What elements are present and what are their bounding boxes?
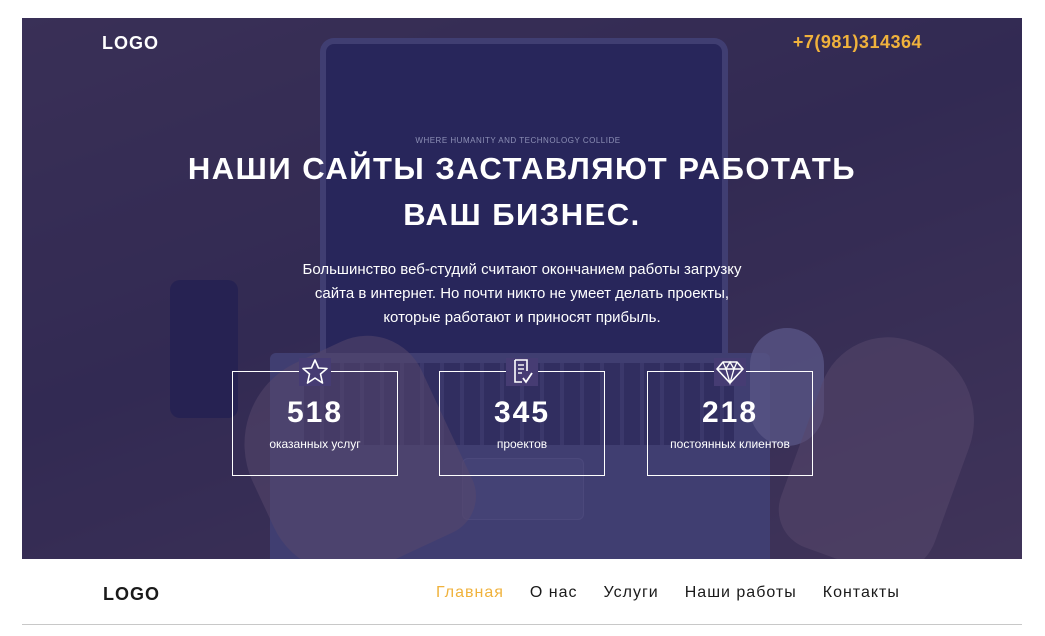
stat-box-projects: 345 проектов: [439, 358, 605, 476]
stat-value: 218: [701, 396, 759, 429]
document-check-icon: [506, 358, 538, 386]
stat-box-clients: 218 постоянных клиентов: [647, 358, 813, 476]
nav-item-services[interactable]: Услуги: [604, 584, 659, 602]
diamond-icon: [714, 358, 746, 386]
stat-box-services: 518 оказанных услуг: [232, 358, 398, 476]
bottom-divider: [22, 624, 1022, 625]
header-phone-link[interactable]: +7(981)314364: [793, 32, 922, 53]
stat-label: проектов: [496, 437, 548, 451]
nav-logo[interactable]: LOGO: [103, 584, 160, 605]
laptop-screen-text: WHERE HUMANITY AND TECHNOLOGY COLLIDE: [415, 136, 621, 145]
hero-section: WHERE HUMANITY AND TECHNOLOGY COLLIDE LO…: [22, 18, 1022, 559]
hero-subtext-line3: которые работают и приносят прибыль.: [383, 309, 661, 326]
nav-item-about[interactable]: О нас: [530, 584, 578, 602]
hero-subtext-line2: сайта в интернет. Но почти никто не умее…: [314, 285, 730, 302]
stat-value: 345: [493, 396, 551, 429]
main-navigation: Главная О нас Услуги Наши работы Контакт…: [436, 584, 900, 602]
hero-headline-line1: НАШИ САЙТЫ ЗАСТАВЛЯЮТ РАБОТАТЬ: [187, 151, 857, 186]
stat-value: 518: [286, 396, 344, 429]
nav-item-portfolio[interactable]: Наши работы: [685, 584, 797, 602]
hero-subtext-line1: Большинство веб-студий считают окончание…: [302, 261, 742, 278]
star-icon: [299, 358, 331, 386]
nav-item-contacts[interactable]: Контакты: [823, 584, 900, 602]
hero-headline: НАШИ САЙТЫ ЗАСТАВЛЯЮТ РАБОТАТЬ ВАШ БИЗНЕ…: [22, 146, 1022, 238]
hero-headline-line2: ВАШ БИЗНЕС.: [403, 197, 641, 232]
header-logo[interactable]: LOGO: [102, 33, 159, 54]
hero-subtext: Большинство веб-студий считают окончание…: [222, 258, 822, 330]
nav-item-home[interactable]: Главная: [436, 584, 504, 602]
stat-label: оказанных услуг: [269, 437, 361, 451]
stat-label: постоянных клиентов: [670, 437, 790, 451]
